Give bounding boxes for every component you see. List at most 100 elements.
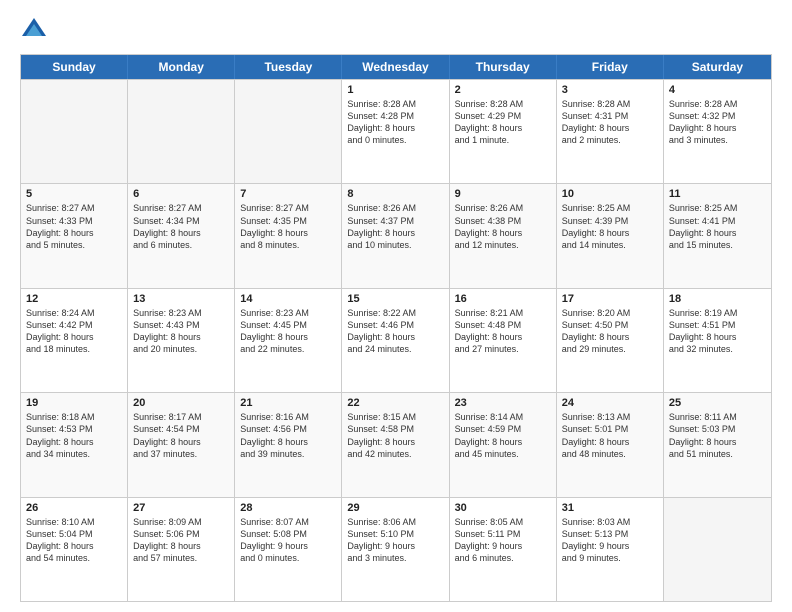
day-number: 5 — [26, 188, 122, 200]
calendar-cell: 25 Sunrise: 8:11 AM Sunset: 5:03 PM Dayli… — [664, 393, 771, 496]
calendar-cell: 31 Sunrise: 8:03 AM Sunset: 5:13 PM Dayli… — [557, 498, 664, 601]
header-day-sunday: Sunday — [21, 55, 128, 79]
day-number: 11 — [669, 188, 766, 200]
cell-info: Sunrise: 8:09 AM Sunset: 5:06 PM Dayligh… — [133, 516, 229, 565]
calendar-cell: 6 Sunrise: 8:27 AM Sunset: 4:34 PM Daylig… — [128, 184, 235, 287]
cell-info: Sunrise: 8:13 AM Sunset: 5:01 PM Dayligh… — [562, 411, 658, 460]
header-day-thursday: Thursday — [450, 55, 557, 79]
calendar-cell: 29 Sunrise: 8:06 AM Sunset: 5:10 PM Dayli… — [342, 498, 449, 601]
cell-info: Sunrise: 8:25 AM Sunset: 4:41 PM Dayligh… — [669, 202, 766, 251]
calendar-cell: 24 Sunrise: 8:13 AM Sunset: 5:01 PM Dayli… — [557, 393, 664, 496]
cell-info: Sunrise: 8:15 AM Sunset: 4:58 PM Dayligh… — [347, 411, 443, 460]
day-number: 9 — [455, 188, 551, 200]
day-number: 10 — [562, 188, 658, 200]
day-number: 6 — [133, 188, 229, 200]
day-number: 4 — [669, 84, 766, 96]
calendar-cell — [128, 80, 235, 183]
calendar-cell — [235, 80, 342, 183]
day-number: 26 — [26, 502, 122, 514]
cell-info: Sunrise: 8:06 AM Sunset: 5:10 PM Dayligh… — [347, 516, 443, 565]
cell-info: Sunrise: 8:19 AM Sunset: 4:51 PM Dayligh… — [669, 307, 766, 356]
calendar-body: 1Sunrise: 8:28 AM Sunset: 4:28 PM Daylig… — [21, 79, 771, 601]
calendar-cell: 10 Sunrise: 8:25 AM Sunset: 4:39 PM Dayli… — [557, 184, 664, 287]
calendar-row-1: 5 Sunrise: 8:27 AM Sunset: 4:33 PM Daylig… — [21, 183, 771, 287]
calendar-cell: 27 Sunrise: 8:09 AM Sunset: 5:06 PM Dayli… — [128, 498, 235, 601]
calendar-cell: 19Sunrise: 8:18 AM Sunset: 4:53 PM Dayli… — [21, 393, 128, 496]
day-number: 19 — [26, 397, 122, 409]
day-number: 14 — [240, 293, 336, 305]
calendar-cell: 14 Sunrise: 8:23 AM Sunset: 4:45 PM Dayli… — [235, 289, 342, 392]
day-number: 15 — [347, 293, 443, 305]
calendar-row-4: 26 Sunrise: 8:10 AM Sunset: 5:04 PM Dayli… — [21, 497, 771, 601]
cell-info: Sunrise: 8:14 AM Sunset: 4:59 PM Dayligh… — [455, 411, 551, 460]
day-number: 25 — [669, 397, 766, 409]
cell-info: Sunrise: 8:26 AM Sunset: 4:38 PM Dayligh… — [455, 202, 551, 251]
cell-info: Sunrise: 8:25 AM Sunset: 4:39 PM Dayligh… — [562, 202, 658, 251]
cell-info: Sunrise: 8:07 AM Sunset: 5:08 PM Dayligh… — [240, 516, 336, 565]
cell-info: Sunrise: 8:28 AM Sunset: 4:31 PM Dayligh… — [562, 98, 658, 147]
calendar: SundayMondayTuesdayWednesdayThursdayFrid… — [20, 54, 772, 602]
day-number: 13 — [133, 293, 229, 305]
day-number: 17 — [562, 293, 658, 305]
cell-info: Sunrise: 8:27 AM Sunset: 4:33 PM Dayligh… — [26, 202, 122, 251]
cell-info: Sunrise: 8:27 AM Sunset: 4:34 PM Dayligh… — [133, 202, 229, 251]
day-number: 24 — [562, 397, 658, 409]
cell-info: Sunrise: 8:16 AM Sunset: 4:56 PM Dayligh… — [240, 411, 336, 460]
day-number: 28 — [240, 502, 336, 514]
calendar-cell: 16Sunrise: 8:21 AM Sunset: 4:48 PM Dayli… — [450, 289, 557, 392]
header-day-friday: Friday — [557, 55, 664, 79]
calendar-cell: 1Sunrise: 8:28 AM Sunset: 4:28 PM Daylig… — [342, 80, 449, 183]
day-number: 12 — [26, 293, 122, 305]
cell-info: Sunrise: 8:26 AM Sunset: 4:37 PM Dayligh… — [347, 202, 443, 251]
calendar-cell: 8Sunrise: 8:26 AM Sunset: 4:37 PM Daylig… — [342, 184, 449, 287]
calendar-row-3: 19Sunrise: 8:18 AM Sunset: 4:53 PM Dayli… — [21, 392, 771, 496]
cell-info: Sunrise: 8:23 AM Sunset: 4:45 PM Dayligh… — [240, 307, 336, 356]
page: SundayMondayTuesdayWednesdayThursdayFrid… — [0, 0, 792, 612]
calendar-cell: 5 Sunrise: 8:27 AM Sunset: 4:33 PM Daylig… — [21, 184, 128, 287]
calendar-cell: 9 Sunrise: 8:26 AM Sunset: 4:38 PM Daylig… — [450, 184, 557, 287]
calendar-cell: 22 Sunrise: 8:15 AM Sunset: 4:58 PM Dayli… — [342, 393, 449, 496]
cell-info: Sunrise: 8:23 AM Sunset: 4:43 PM Dayligh… — [133, 307, 229, 356]
cell-info: Sunrise: 8:20 AM Sunset: 4:50 PM Dayligh… — [562, 307, 658, 356]
day-number: 29 — [347, 502, 443, 514]
header-day-wednesday: Wednesday — [342, 55, 449, 79]
cell-info: Sunrise: 8:17 AM Sunset: 4:54 PM Dayligh… — [133, 411, 229, 460]
calendar-header: SundayMondayTuesdayWednesdayThursdayFrid… — [21, 55, 771, 79]
calendar-cell: 13 Sunrise: 8:23 AM Sunset: 4:43 PM Dayli… — [128, 289, 235, 392]
calendar-cell: 23 Sunrise: 8:14 AM Sunset: 4:59 PM Dayli… — [450, 393, 557, 496]
calendar-cell: 7 Sunrise: 8:27 AM Sunset: 4:35 PM Daylig… — [235, 184, 342, 287]
cell-info: Sunrise: 8:27 AM Sunset: 4:35 PM Dayligh… — [240, 202, 336, 251]
calendar-cell: 3 Sunrise: 8:28 AM Sunset: 4:31 PM Daylig… — [557, 80, 664, 183]
day-number: 7 — [240, 188, 336, 200]
cell-info: Sunrise: 8:24 AM Sunset: 4:42 PM Dayligh… — [26, 307, 122, 356]
header — [20, 16, 772, 44]
calendar-cell: 26 Sunrise: 8:10 AM Sunset: 5:04 PM Dayli… — [21, 498, 128, 601]
calendar-cell: 15 Sunrise: 8:22 AM Sunset: 4:46 PM Dayli… — [342, 289, 449, 392]
cell-info: Sunrise: 8:10 AM Sunset: 5:04 PM Dayligh… — [26, 516, 122, 565]
day-number: 31 — [562, 502, 658, 514]
calendar-cell: 4 Sunrise: 8:28 AM Sunset: 4:32 PM Daylig… — [664, 80, 771, 183]
day-number: 20 — [133, 397, 229, 409]
calendar-cell: 20 Sunrise: 8:17 AM Sunset: 4:54 PM Dayli… — [128, 393, 235, 496]
logo — [20, 16, 52, 44]
cell-info: Sunrise: 8:22 AM Sunset: 4:46 PM Dayligh… — [347, 307, 443, 356]
day-number: 22 — [347, 397, 443, 409]
day-number: 21 — [240, 397, 336, 409]
cell-info: Sunrise: 8:11 AM Sunset: 5:03 PM Dayligh… — [669, 411, 766, 460]
cell-info: Sunrise: 8:21 AM Sunset: 4:48 PM Dayligh… — [455, 307, 551, 356]
calendar-cell: 21 Sunrise: 8:16 AM Sunset: 4:56 PM Dayli… — [235, 393, 342, 496]
calendar-cell: 12 Sunrise: 8:24 AM Sunset: 4:42 PM Dayli… — [21, 289, 128, 392]
calendar-cell: 28 Sunrise: 8:07 AM Sunset: 5:08 PM Dayli… — [235, 498, 342, 601]
header-day-tuesday: Tuesday — [235, 55, 342, 79]
day-number: 3 — [562, 84, 658, 96]
cell-info: Sunrise: 8:28 AM Sunset: 4:29 PM Dayligh… — [455, 98, 551, 147]
day-number: 1 — [347, 84, 443, 96]
calendar-cell — [21, 80, 128, 183]
calendar-row-0: 1Sunrise: 8:28 AM Sunset: 4:28 PM Daylig… — [21, 79, 771, 183]
cell-info: Sunrise: 8:28 AM Sunset: 4:32 PM Dayligh… — [669, 98, 766, 147]
cell-info: Sunrise: 8:03 AM Sunset: 5:13 PM Dayligh… — [562, 516, 658, 565]
calendar-cell: 11 Sunrise: 8:25 AM Sunset: 4:41 PM Dayli… — [664, 184, 771, 287]
day-number: 27 — [133, 502, 229, 514]
day-number: 23 — [455, 397, 551, 409]
calendar-cell: 2Sunrise: 8:28 AM Sunset: 4:29 PM Daylig… — [450, 80, 557, 183]
